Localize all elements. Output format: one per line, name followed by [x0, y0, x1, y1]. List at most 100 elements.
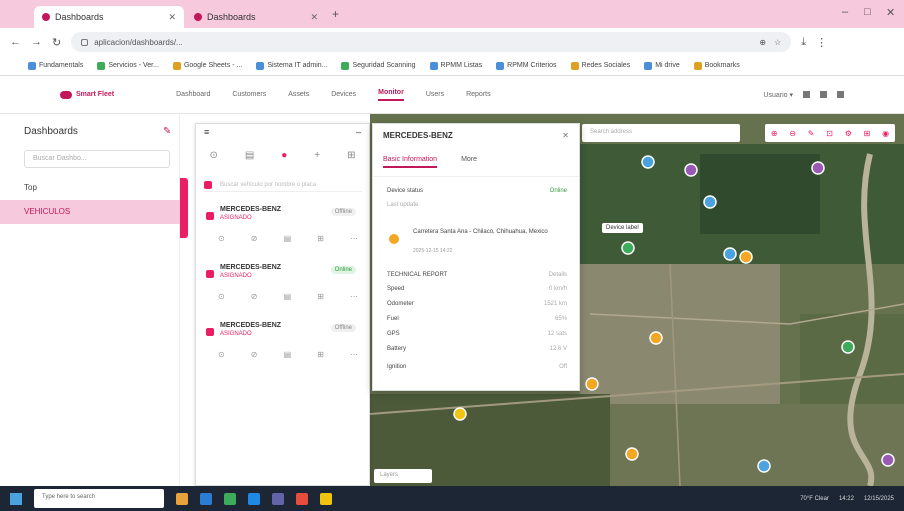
vehicle-checkbox[interactable]: [206, 328, 214, 336]
map-settings-icon[interactable]: ⚙: [845, 129, 852, 138]
layers-icon[interactable]: ⊞: [864, 129, 871, 138]
bookmark-item[interactable]: Fundamentals: [28, 61, 83, 70]
sidebar-item-vehiculos[interactable]: VEHICULOS: [0, 200, 180, 224]
vehicle-checkbox[interactable]: [206, 270, 214, 278]
collapse-icon[interactable]: –: [356, 127, 361, 137]
bookmark-item[interactable]: RPMM Listas: [429, 61, 482, 70]
bookmark-item[interactable]: Sistema IT admin...: [256, 61, 327, 70]
close-icon[interactable]: ✕: [562, 131, 569, 140]
file-explorer-icon[interactable]: [176, 492, 188, 505]
add-icon[interactable]: +: [314, 150, 320, 166]
report-icon[interactable]: ▤: [284, 292, 292, 301]
map-device-label[interactable]: Device label: [602, 223, 643, 233]
nav-monitor[interactable]: Monitor: [378, 89, 404, 101]
browser-tab-2[interactable]: Dashboards ✕: [186, 6, 326, 28]
draw-icon[interactable]: ✎: [808, 129, 815, 138]
bookmark-item[interactable]: Bookmarks: [693, 61, 740, 70]
vehicle-row[interactable]: MERCEDES-BENZ ASIGNADO Online ⊙ ⊘ ▤ ⊞ ⋯: [204, 262, 362, 314]
clock-time[interactable]: 14:22: [839, 496, 854, 502]
zoom-in-icon[interactable]: ⊕: [771, 129, 778, 138]
teams-icon[interactable]: [272, 492, 284, 505]
fullscreen-icon[interactable]: ⊡: [826, 129, 833, 138]
menu-icon[interactable]: ⋮: [816, 36, 827, 49]
block-icon[interactable]: ⊘: [251, 234, 258, 243]
block-icon[interactable]: ⊘: [251, 350, 258, 359]
nav-dashboard[interactable]: Dashboard: [176, 91, 210, 98]
list-icon[interactable]: ▤: [245, 150, 254, 166]
nav-devices[interactable]: Devices: [331, 91, 356, 98]
user-menu[interactable]: Usuario ▾: [763, 91, 793, 99]
taskbar-search[interactable]: Type here to search: [34, 489, 164, 508]
grid-view-icon[interactable]: ⊞: [347, 150, 355, 166]
sidebar-item-top[interactable]: Top: [0, 176, 180, 200]
track-icon[interactable]: ⊙: [218, 292, 225, 301]
tab-basic-information[interactable]: Basic Information: [383, 156, 438, 168]
vehicle-search-input[interactable]: Buscar vehículo por nombre o placa: [220, 182, 316, 188]
vehicle-row[interactable]: MERCEDES-BENZ ASIGNADO Offline ⊙ ⊘ ▤ ⊞ ⋯: [204, 320, 362, 372]
sidebar-toggle-handle[interactable]: [180, 178, 188, 238]
settings-icon[interactable]: [837, 91, 844, 98]
record-icon[interactable]: ●: [281, 150, 287, 166]
nav-assets[interactable]: Assets: [288, 91, 309, 98]
app-icon[interactable]: [320, 492, 332, 505]
close-window-button[interactable]: ✕: [886, 6, 895, 19]
map-layers-button[interactable]: Layers: [374, 469, 432, 483]
target-icon[interactable]: ⊙: [209, 150, 217, 166]
url-field[interactable]: aplicacion/dashboards/... ⊕ ☆: [71, 32, 792, 52]
grid-icon[interactable]: ⊞: [317, 350, 324, 359]
new-tab-button[interactable]: +: [332, 7, 339, 21]
report-icon[interactable]: ▤: [284, 350, 292, 359]
nav-users[interactable]: Users: [426, 91, 444, 98]
bookmark-item[interactable]: Google Sheets - ...: [172, 61, 242, 70]
app-logo[interactable]: Smart Fleet: [60, 90, 114, 99]
edit-icon[interactable]: ✎: [163, 126, 171, 137]
grid-icon[interactable]: ⊞: [317, 292, 324, 301]
windows-start-icon[interactable]: [10, 492, 22, 505]
locate-icon[interactable]: ◉: [882, 129, 889, 138]
hamburger-icon[interactable]: ≡: [204, 127, 209, 137]
edge-icon[interactable]: [200, 492, 212, 505]
chrome-icon[interactable]: [224, 492, 236, 505]
close-tab-icon[interactable]: ✕: [168, 12, 176, 23]
vehicle-row[interactable]: MERCEDES-BENZ ASIGNADO Offline ⊙ ⊘ ▤ ⊞ ⋯: [204, 204, 362, 256]
weather-text[interactable]: 70°F Clear: [800, 496, 829, 502]
zoom-out-icon[interactable]: ⊖: [789, 129, 796, 138]
select-all-checkbox[interactable]: [204, 180, 212, 189]
forward-icon[interactable]: →: [31, 36, 42, 48]
nav-customers[interactable]: Customers: [232, 91, 266, 98]
bookmark-item[interactable]: RPMM Criterios: [496, 61, 557, 70]
bookmark-item[interactable]: Mi drive: [644, 61, 680, 70]
reload-icon[interactable]: ↻: [52, 36, 61, 49]
more-icon[interactable]: ⋯: [350, 234, 358, 243]
track-icon[interactable]: ⊙: [218, 234, 225, 243]
vehicle-search[interactable]: Buscar vehículo por nombre o placa: [204, 178, 362, 192]
app-icon[interactable]: [296, 492, 308, 505]
outlook-icon[interactable]: [248, 492, 260, 505]
grid-icon[interactable]: [803, 91, 810, 98]
clock-date[interactable]: 12/15/2025: [864, 496, 894, 502]
report-icon[interactable]: ▤: [284, 234, 292, 243]
bookmark-item[interactable]: Seguridad Scanning: [341, 61, 416, 70]
browser-tab-1[interactable]: Dashboards ✕: [34, 6, 184, 28]
nav-reports[interactable]: Reports: [466, 91, 491, 98]
more-icon[interactable]: ⋯: [350, 350, 358, 359]
location-pin-icon: [389, 234, 399, 244]
sidebar-search-input[interactable]: Buscar Dashbo...: [24, 150, 170, 168]
close-tab-icon[interactable]: ✕: [310, 12, 318, 23]
back-icon[interactable]: ←: [10, 36, 21, 48]
vehicle-checkbox[interactable]: [206, 212, 214, 220]
minimize-button[interactable]: –: [842, 6, 848, 18]
bookmark-item[interactable]: Redes Sociales: [570, 61, 630, 70]
map-search-input[interactable]: Search address: [582, 124, 740, 142]
block-icon[interactable]: ⊘: [251, 292, 258, 301]
tab-more[interactable]: More: [461, 156, 477, 168]
track-icon[interactable]: ⊙: [218, 350, 225, 359]
download-icon[interactable]: ⤓: [801, 36, 806, 49]
maximize-button[interactable]: □: [864, 6, 871, 18]
notification-icon[interactable]: [820, 91, 827, 98]
star-icon[interactable]: ☆: [774, 38, 781, 47]
bookmark-item[interactable]: Servicios - Ver...: [97, 61, 159, 70]
more-icon[interactable]: ⋯: [350, 292, 358, 301]
zoom-icon[interactable]: ⊕: [759, 38, 766, 47]
grid-icon[interactable]: ⊞: [317, 234, 324, 243]
